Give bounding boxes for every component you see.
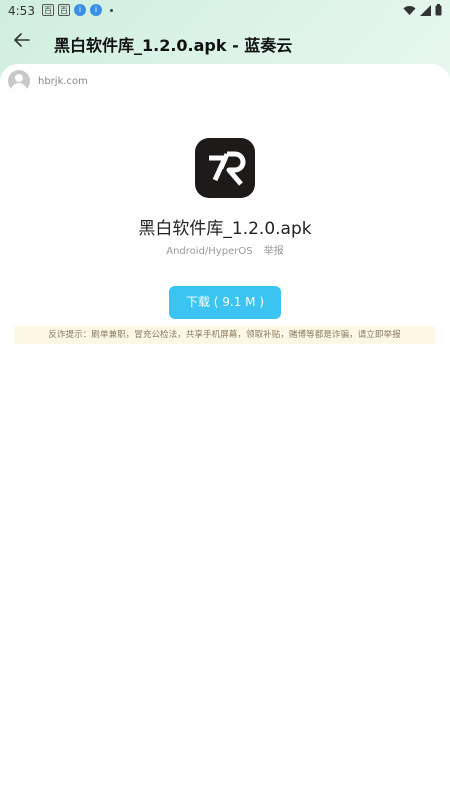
app-logo-icon <box>195 138 255 198</box>
file-meta: Android/HyperOS 举报 <box>0 242 450 257</box>
info-notification-icon: i <box>90 4 102 16</box>
download-button[interactable]: 下载 ( 9.1 M ) <box>169 286 281 319</box>
more-notifications-dot <box>110 8 113 12</box>
fraud-warning: 反诈提示：刷单兼职，冒充公检法，共享手机屏幕，领取补贴，赌博等都是诈骗，请立即举… <box>14 326 435 344</box>
status-time: 4:53 <box>8 4 35 18</box>
page-title: 黑白软件库_1.2.0.apk - 蓝奏云 <box>54 36 293 55</box>
person-icon <box>8 70 30 92</box>
uploader[interactable]: hbrjk.com <box>8 70 88 92</box>
file-name: 黑白软件库_1.2.0.apk <box>138 219 312 239</box>
file-card: hbrjk.com 黑白软件库_1.2.0.apk Android/HyperO… <box>0 64 450 800</box>
signal-icon <box>420 4 431 16</box>
info-notification-icon: i <box>74 4 86 16</box>
status-system-icons <box>403 4 442 16</box>
app-notification-icon: 百 <box>58 4 70 16</box>
title-bar: 黑白软件库_1.2.0.apk - 蓝奏云 <box>0 22 450 62</box>
status-bar: 4:53 百 百 i i <box>0 0 450 22</box>
platform-label: Android/HyperOS <box>166 246 253 257</box>
status-notifications: 百 百 i i <box>42 4 113 16</box>
report-link[interactable]: 举报 <box>264 246 284 257</box>
battery-icon <box>435 4 442 16</box>
uploader-name: hbrjk.com <box>38 75 88 87</box>
app-notification-icon: 百 <box>42 4 54 16</box>
arrow-left-icon[interactable] <box>12 30 32 50</box>
wifi-icon <box>403 5 416 15</box>
